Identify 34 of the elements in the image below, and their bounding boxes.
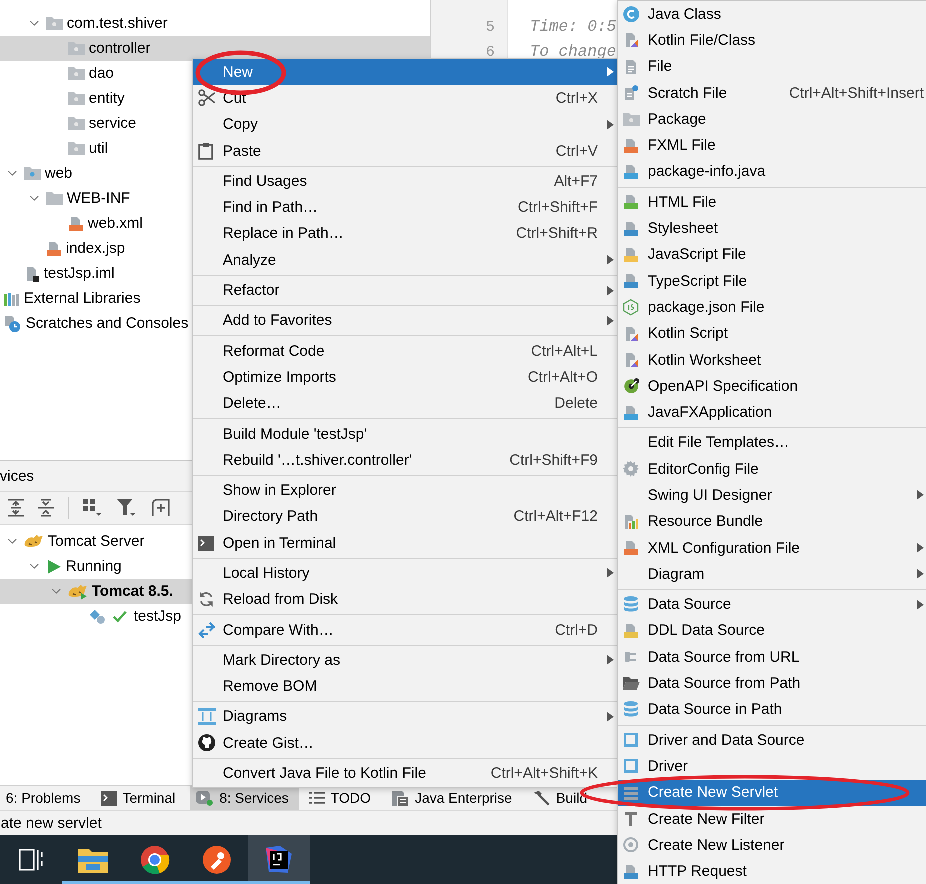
panel-title: vices (0, 468, 34, 484)
shortcut-text: Ctrl+D (554, 622, 598, 639)
shortcut-text: Alt+F7 (553, 172, 598, 190)
tree-item-label: index.jsp (66, 240, 126, 257)
shortcut-text: Ctrl+Shift+R (515, 225, 598, 242)
tree-item-label: dao (89, 65, 114, 82)
shortcut-text: Ctrl+Alt+F12 (512, 508, 598, 526)
shortcut-text: Ctrl+Shift+F (516, 199, 598, 216)
tree-item-label: WEB-INF (67, 190, 130, 207)
shortcut-text: Ctrl+X (554, 90, 598, 107)
tree-item-label: Tomcat Server (48, 533, 145, 550)
tree-item-label: web.xml (88, 215, 144, 232)
tree-item-label: testJsp.iml (44, 265, 115, 282)
tree-item-label: service (89, 115, 137, 132)
tree-item-label: External Libraries (24, 290, 141, 307)
tree-item-label: util (89, 140, 108, 157)
status-text: ate new servlet (1, 814, 102, 832)
line-number: 5 (484, 18, 495, 38)
tree-item-label: Scratches and Consoles (26, 315, 189, 332)
tree-item-label: controller (89, 40, 151, 57)
tree-item-label: testJsp (134, 608, 182, 625)
shortcut-text: Ctrl+Alt+Shift+Insert (788, 84, 924, 102)
tree-item-label: Running (66, 558, 122, 575)
shortcut-text: Ctrl+V (554, 142, 598, 160)
tree-item-label: Tomcat 8.5. (92, 583, 174, 600)
tree-item-label: web (45, 165, 73, 182)
shortcut-text: Ctrl+Alt+Shift+K (490, 765, 598, 782)
shortcut-text: Ctrl+Shift+F9 (508, 452, 598, 469)
shortcut-text: Ctrl+Alt+L (530, 342, 598, 360)
code-line: Time: 0:5 (530, 17, 616, 38)
shortcut-text: Delete (554, 395, 598, 412)
tree-item-label: com.test.shiver (67, 15, 168, 32)
shortcut-text: Ctrl+Alt+O (526, 368, 598, 386)
tree-item-label: entity (89, 90, 125, 107)
